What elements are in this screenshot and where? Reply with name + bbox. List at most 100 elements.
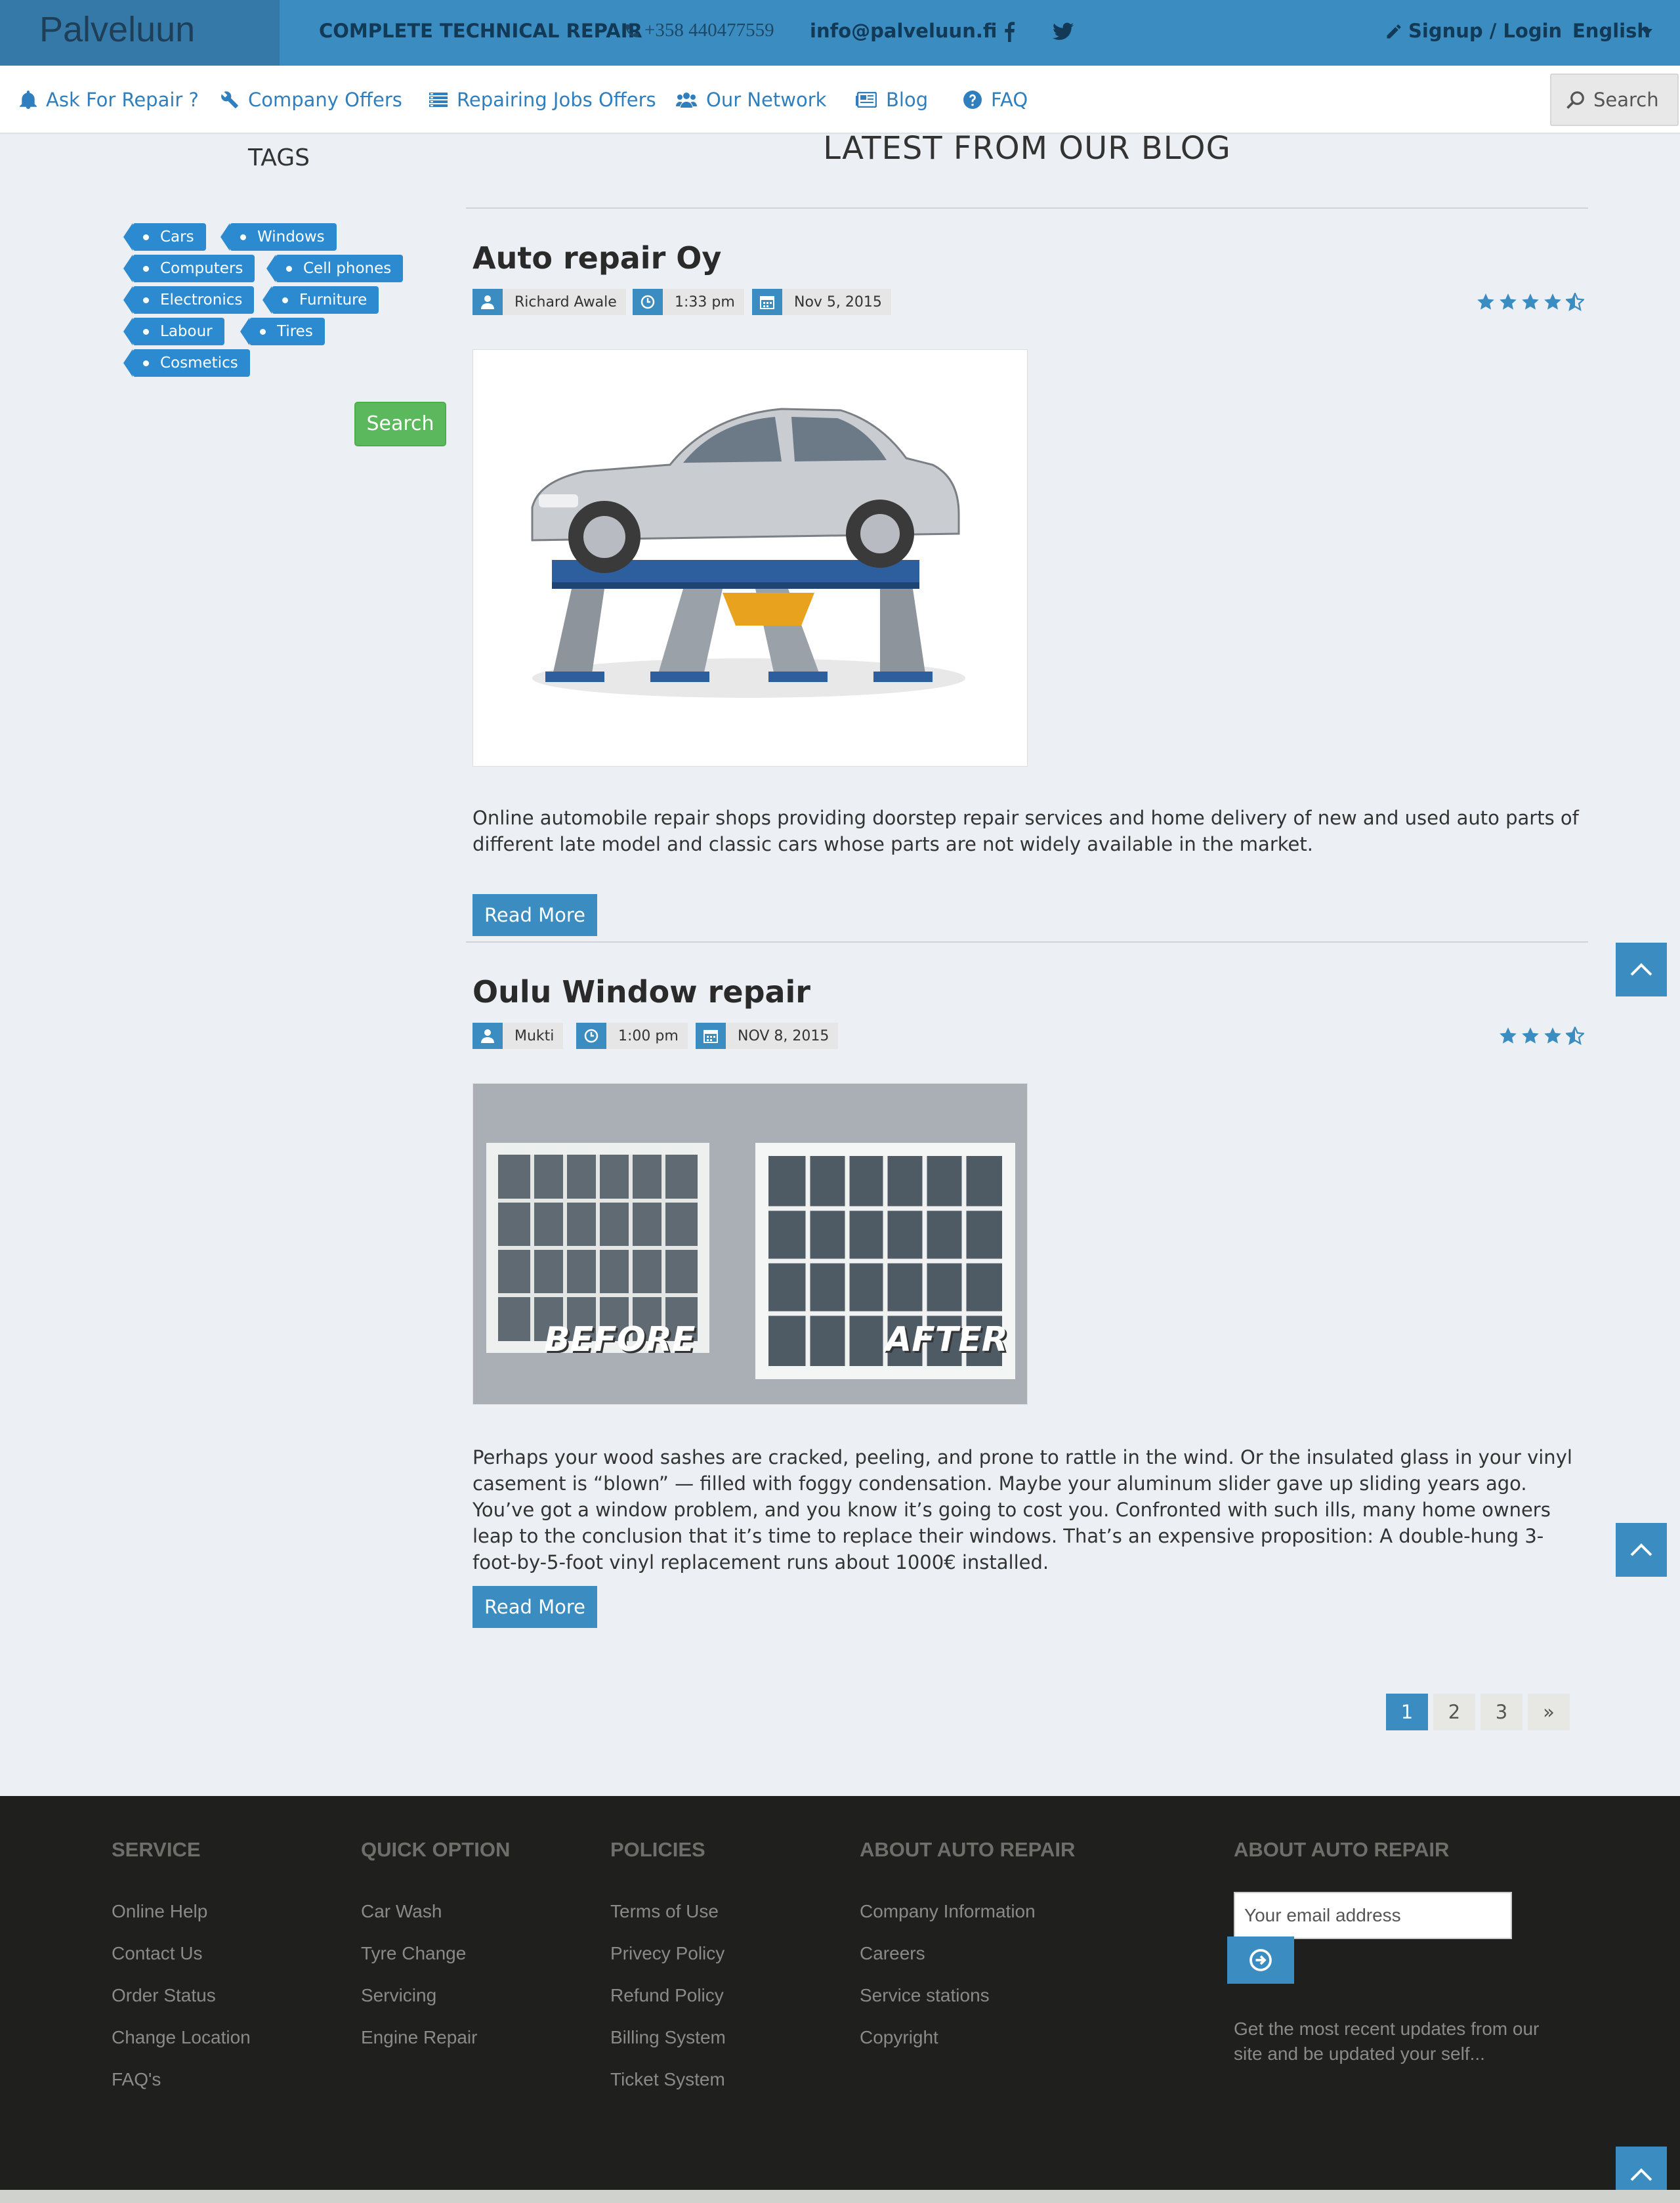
star-half-icon xyxy=(1566,1027,1584,1045)
nav-label[interactable]: Our Network xyxy=(706,89,826,111)
tag-labour[interactable]: Labour xyxy=(123,318,224,345)
car-lift-image[interactable] xyxy=(472,349,1028,767)
brand-name[interactable]: Palveluun xyxy=(39,9,195,50)
newsletter-submit-button[interactable] xyxy=(1227,1936,1294,1984)
read-more-button[interactable]: Read More xyxy=(472,1586,597,1628)
author-name: Mukti xyxy=(514,1027,555,1044)
star-icon xyxy=(1477,293,1494,310)
nav-search-label[interactable]: Search xyxy=(1593,89,1659,111)
divider xyxy=(466,941,1588,943)
footer-link-company-info[interactable]: Company Information xyxy=(860,1901,1036,1922)
tag-furniture[interactable]: Furniture xyxy=(262,286,379,314)
arrow-circle-right-icon xyxy=(1250,1949,1272,1971)
footer-link-servicing[interactable]: Servicing xyxy=(361,1985,436,2006)
footer-link-contact-us[interactable]: Contact Us xyxy=(112,1943,203,1964)
page-3-link[interactable]: 3 xyxy=(1480,1694,1522,1730)
star-icon xyxy=(1500,293,1517,310)
post-time-text: 1:33 pm xyxy=(675,293,735,310)
brand-logo[interactable]: Palveluun xyxy=(0,0,280,66)
nav-search-button[interactable]: Search xyxy=(1550,74,1679,126)
star-rating[interactable] xyxy=(1499,1027,1584,1045)
tag-electronics[interactable]: Electronics xyxy=(123,286,255,314)
post-excerpt: Online automobile repair shops providing… xyxy=(472,807,1579,855)
footer-link-change-location[interactable]: Change Location xyxy=(112,2027,251,2048)
newspaper-icon xyxy=(856,92,877,108)
nav-label[interactable]: Blog xyxy=(886,89,928,111)
newsletter-note: Get the most recent updates from our sit… xyxy=(1234,2019,1540,2064)
nav-label[interactable]: FAQ xyxy=(991,89,1028,111)
post-date: NOV 8, 2015 xyxy=(696,1023,839,1049)
nav-faq[interactable]: FAQ xyxy=(963,87,1028,113)
footer-link-engine-repair[interactable]: Engine Repair xyxy=(361,2027,477,2048)
search-icon xyxy=(1566,91,1584,109)
footer-link-privacy[interactable]: Privecy Policy xyxy=(610,1943,724,1964)
footer-link-tyre-change[interactable]: Tyre Change xyxy=(361,1943,466,1964)
post-time: 1:00 pm xyxy=(576,1023,688,1049)
nav-blog[interactable]: Blog xyxy=(856,87,928,113)
footer-bottom-strip xyxy=(0,2190,1680,2203)
star-icon xyxy=(1500,1027,1517,1044)
chevron-up-icon xyxy=(1630,963,1652,976)
post-excerpt: Perhaps your wood sashes are cracked, pe… xyxy=(472,1446,1572,1573)
footer-link-faqs[interactable]: FAQ's xyxy=(112,2069,161,2090)
tag-tires[interactable]: Tires xyxy=(240,318,325,345)
footer-link-service-stations[interactable]: Service stations xyxy=(860,1985,990,2006)
post-date-text: Nov 5, 2015 xyxy=(794,293,882,310)
nav-label[interactable]: Repairing Jobs Offers xyxy=(457,89,656,111)
footer-link-copyright[interactable]: Copyright xyxy=(860,2027,938,2048)
twitter-icon[interactable] xyxy=(1053,22,1074,41)
user-icon xyxy=(472,1023,503,1049)
tag-cell-phones[interactable]: Cell phones xyxy=(266,255,404,282)
clock-icon xyxy=(633,289,663,315)
caret-down-icon[interactable] xyxy=(1642,29,1652,35)
window-before-after-image[interactable]: BEFORE AFTER xyxy=(472,1083,1028,1405)
footer-heading-quick-option: QUICK OPTION xyxy=(361,1838,511,1861)
page-2-link[interactable]: 2 xyxy=(1433,1694,1475,1730)
footer-link-careers[interactable]: Careers xyxy=(860,1943,925,1964)
nav-company-offers[interactable]: Company Offers xyxy=(220,87,402,113)
back-to-top-button[interactable] xyxy=(1616,1523,1667,1577)
chevron-up-icon xyxy=(1630,1543,1652,1556)
post-author: Richard Awale xyxy=(472,289,626,315)
nav-our-network[interactable]: Our Network xyxy=(676,87,826,113)
nav-label[interactable]: Ask For Repair ? xyxy=(46,89,199,111)
footer-link-billing[interactable]: Billing System xyxy=(610,2027,726,2048)
email-link[interactable]: info@palveluun.fi xyxy=(810,20,997,42)
tag-computers[interactable]: Computers xyxy=(123,255,255,282)
nav-repairing-jobs-offers[interactable]: Repairing Jobs Offers xyxy=(429,87,656,113)
footer-link-ticket[interactable]: Ticket System xyxy=(610,2069,725,2090)
phone-icon xyxy=(625,24,639,37)
post-title[interactable]: Oulu Window repair xyxy=(472,974,810,1010)
back-to-top-button[interactable] xyxy=(1616,943,1667,996)
footer-link-terms[interactable]: Terms of Use xyxy=(610,1901,719,1922)
tag-cosmetics[interactable]: Cosmetics xyxy=(123,349,250,377)
language-select[interactable]: English xyxy=(1572,20,1650,42)
star-icon xyxy=(1522,293,1539,310)
footer-link-refund[interactable]: Refund Policy xyxy=(610,1985,724,2006)
bell-icon xyxy=(20,91,37,109)
phone-number[interactable]: +358 440477559 xyxy=(644,20,774,41)
footer-link-online-help[interactable]: Online Help xyxy=(112,1901,207,1922)
nav-ask-for-repair[interactable]: Ask For Repair ? xyxy=(20,87,199,113)
question-icon xyxy=(963,91,982,109)
post-title[interactable]: Auto repair Oy xyxy=(472,240,721,276)
read-more-button[interactable]: Read More xyxy=(472,894,597,936)
page-1-link[interactable]: 1 xyxy=(1386,1694,1428,1730)
clock-icon xyxy=(576,1023,606,1049)
signup-login-link[interactable]: Signup / Login xyxy=(1408,20,1562,42)
nav-label[interactable]: Company Offers xyxy=(248,89,402,111)
next-page-link[interactable]: » xyxy=(1528,1694,1570,1730)
footer-link-car-wash[interactable]: Car Wash xyxy=(361,1901,442,1922)
star-rating[interactable] xyxy=(1477,293,1584,311)
post-time-text: 1:00 pm xyxy=(618,1027,679,1044)
footer-heading-service: SERVICE xyxy=(112,1838,201,1861)
user-icon xyxy=(472,289,503,315)
footer-link-order-status[interactable]: Order Status xyxy=(112,1985,216,2006)
edit-icon xyxy=(1387,24,1401,39)
tag-windows[interactable]: Windows xyxy=(220,223,337,251)
tag-cars[interactable]: Cars xyxy=(123,223,206,251)
main-nav: Ask For Repair ? Company Offers Repairin… xyxy=(0,66,1680,134)
facebook-icon[interactable] xyxy=(1001,21,1017,42)
tags-search-button[interactable]: Search xyxy=(354,402,446,446)
newsletter-email-input[interactable]: Your email address xyxy=(1234,1892,1512,1939)
